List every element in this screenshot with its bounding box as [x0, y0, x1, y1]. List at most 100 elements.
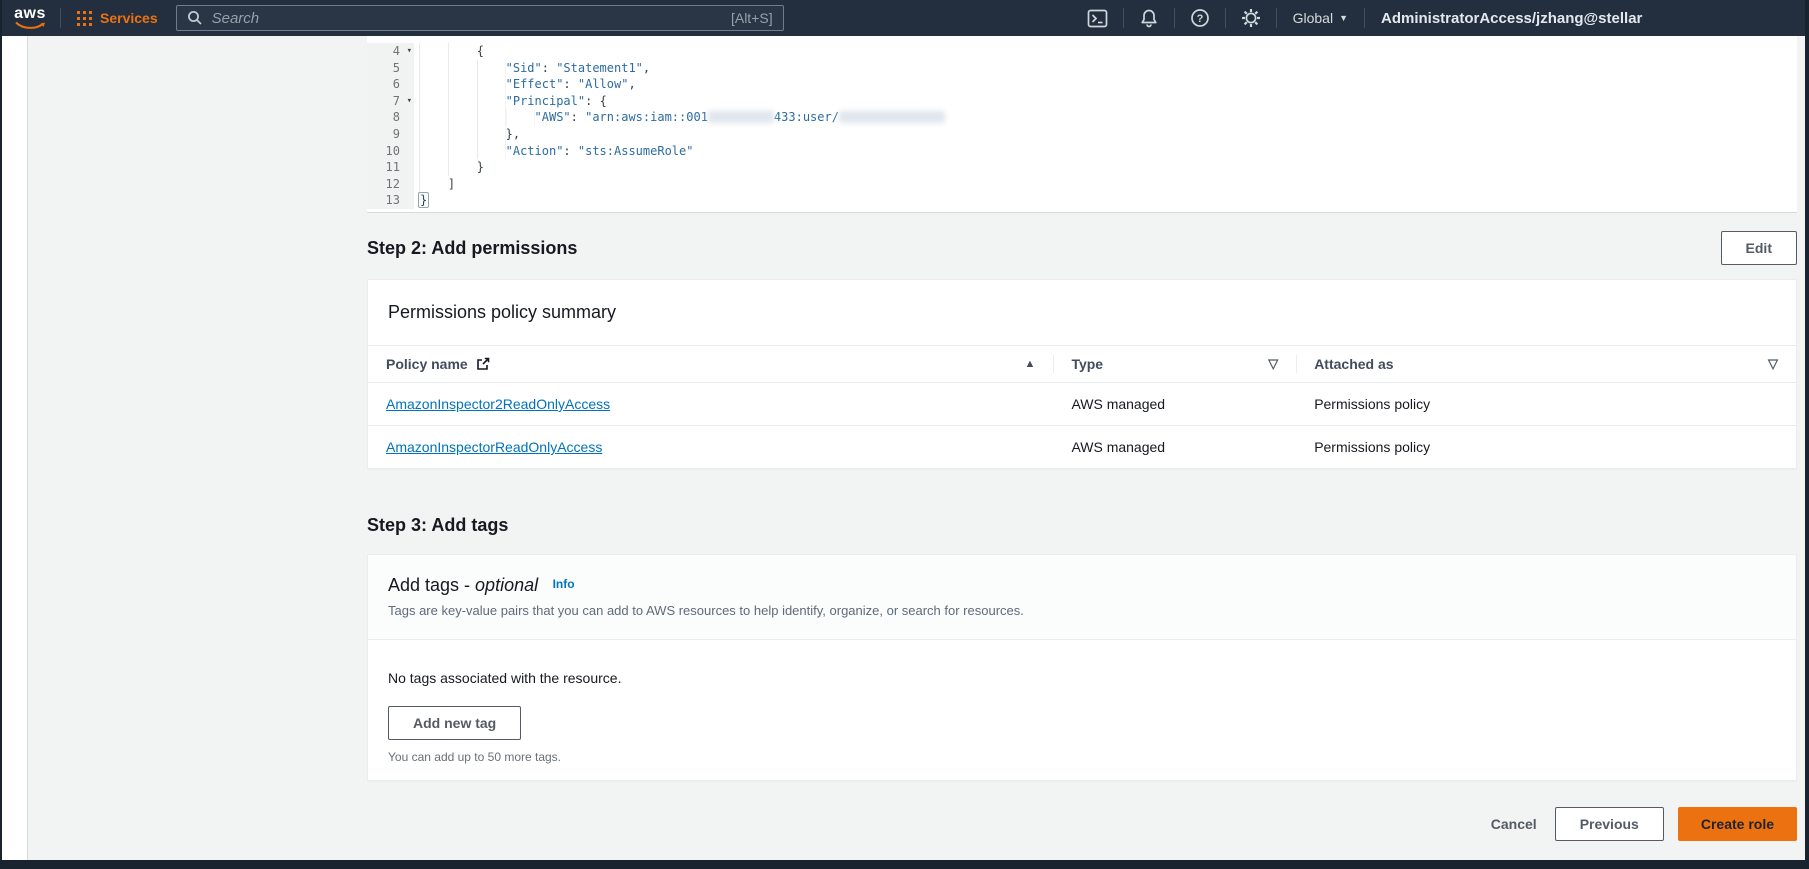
code-text[interactable]: }: [414, 192, 1797, 209]
policy-type-cell: AWS managed: [1071, 439, 1166, 455]
step2-heading: Step 2: Add permissions: [367, 237, 578, 258]
code-text[interactable]: "Sid": "Statement1",: [414, 59, 1797, 77]
code-line: 11}: [367, 159, 1797, 176]
external-link-icon: [476, 357, 490, 370]
collapsed-side-navigation[interactable]: [2, 36, 28, 860]
code-line: 10 "Action": "sts:AssumeRole": [367, 142, 1797, 160]
no-tags-message: No tags associated with the resource.: [388, 670, 622, 686]
cloudshell-terminal-icon: [1087, 9, 1107, 27]
search-icon: [187, 11, 202, 25]
table-row: AmazonInspectorReadOnlyAccess AWS managed…: [368, 426, 1796, 469]
column-header-attached-as: Attached as ▽: [1296, 345, 1796, 383]
help-question-icon: ?: [1190, 9, 1209, 27]
policy-name-header-label: Policy name: [386, 356, 468, 372]
main-content: 4 ▾{5 "Sid": "Statement1", 6 "Effect": "Allo…: [367, 36, 1797, 841]
code-token: "Principal": [505, 93, 586, 108]
code-token: ,: [642, 60, 651, 75]
add-tags-panel-body: No tags associated with the resource. Ad…: [368, 640, 1796, 780]
permissions-policy-table: Policy name ▲ Type ▽ Attached as ▽ Amazo…: [368, 345, 1796, 468]
code-text[interactable]: },: [414, 125, 1797, 143]
code-token: "Sid": [505, 60, 542, 75]
policy-name-link[interactable]: AmazonInspectorReadOnlyAccess: [386, 439, 602, 455]
region-label: Global: [1292, 10, 1334, 26]
code-token: ]: [447, 176, 456, 191]
indent-guides: [419, 59, 506, 77]
line-number: 11: [367, 159, 414, 176]
add-tags-title: Add tags - optional: [388, 575, 539, 595]
trust-policy-editor-lines: 4 ▾{5 "Sid": "Statement1", 6 "Effect": "Allo…: [367, 43, 1797, 209]
code-text[interactable]: "Effect": "Allow",: [414, 76, 1797, 93]
notifications-button[interactable]: [1124, 8, 1174, 28]
wizard-footer-actions: Cancel Previous Create role: [367, 807, 1797, 841]
code-token: {: [476, 44, 484, 58]
indent-guides: [419, 92, 506, 110]
permissions-policy-summary-panel: Permissions policy summary Policy name ▲…: [367, 279, 1797, 469]
bell-icon: [1140, 9, 1157, 28]
search-placeholder: Search: [211, 9, 260, 27]
filter-icon[interactable]: ▽: [1768, 356, 1778, 372]
gear-icon: [1241, 9, 1260, 27]
code-line: 7 ▾ "Principal": {: [367, 92, 1797, 110]
cloudshell-button[interactable]: [1072, 9, 1123, 28]
column-header-policy-name: Policy name ▲: [368, 345, 1054, 383]
step2-header-row: Step 2: Add permissions Edit: [367, 231, 1797, 265]
code-token: :: [541, 60, 557, 75]
policy-name-cell: AmazonInspectorReadOnlyAccess: [368, 426, 1053, 469]
code-token: :: [585, 93, 600, 108]
code-line: 12]: [367, 175, 1797, 193]
sort-ascending-icon[interactable]: ▲: [1025, 358, 1036, 370]
services-menu-button[interactable]: Services: [61, 10, 174, 26]
code-text[interactable]: "AWS": "arn:aws:iam::001 433:user/: [414, 109, 1797, 126]
code-text[interactable]: "Action": "sts:AssumeRole": [414, 142, 1797, 160]
indent-guides: [419, 142, 506, 160]
code-text[interactable]: "Principal": {: [414, 92, 1797, 110]
help-button[interactable]: ?: [1175, 8, 1225, 28]
trust-policy-json-editor[interactable]: 4 ▾{5 "Sid": "Statement1", 6 "Effect": "Allo…: [367, 36, 1797, 213]
step3-heading: Step 3: Add tags: [367, 515, 509, 535]
services-grid-icon: [77, 10, 92, 26]
edit-permissions-button[interactable]: Edit: [1720, 231, 1797, 265]
cancel-button[interactable]: Cancel: [1487, 809, 1541, 839]
fold-toggle-icon[interactable]: ▾: [407, 43, 412, 60]
code-token: },: [505, 126, 521, 141]
optional-label: optional: [475, 575, 539, 595]
create-role-button[interactable]: Create role: [1677, 807, 1797, 841]
search-shortcut-hint: [Alt+S]: [730, 10, 773, 26]
attached-as-cell: Permissions policy: [1296, 382, 1796, 426]
add-new-tag-button[interactable]: Add new tag: [388, 706, 522, 740]
global-search-input[interactable]: Search [Alt+S]: [175, 5, 784, 31]
region-selector[interactable]: Global ▼: [1277, 10, 1364, 26]
aws-logo-text: aws: [14, 4, 46, 22]
code-text[interactable]: }: [414, 159, 1797, 176]
indent-guides: [419, 109, 535, 126]
code-line: 13}: [367, 192, 1797, 209]
filter-icon[interactable]: ▽: [1268, 356, 1278, 372]
permissions-panel-title: Permissions policy summary: [388, 302, 617, 322]
aws-smile-icon: [15, 21, 45, 29]
aws-logo[interactable]: aws: [14, 4, 46, 30]
line-number: 7 ▾: [367, 92, 414, 110]
info-link[interactable]: Info: [553, 577, 575, 591]
code-text[interactable]: ]: [414, 175, 1797, 193]
fold-toggle-icon[interactable]: ▾: [407, 93, 412, 110]
code-token: :: [563, 77, 578, 92]
aws-top-navigation: aws Services Search [Alt+S] ? Global ▼ A…: [2, 0, 1805, 36]
attached-as-header-label: Attached as: [1314, 356, 1394, 372]
indent-guides: [419, 76, 506, 93]
policy-name-link[interactable]: AmazonInspector2ReadOnlyAccess: [386, 396, 610, 412]
code-token: 433:user/: [773, 110, 839, 125]
previous-button[interactable]: Previous: [1554, 807, 1664, 841]
code-token: "arn:aws:iam::001: [585, 110, 708, 125]
line-number: 4 ▾: [367, 43, 414, 60]
permissions-panel-header: Permissions policy summary: [368, 280, 1796, 345]
line-number: 8: [367, 109, 414, 126]
code-token: ,: [628, 77, 636, 92]
settings-button[interactable]: [1226, 8, 1276, 28]
policy-table-body: AmazonInspector2ReadOnlyAccess AWS manage…: [368, 382, 1796, 469]
account-menu[interactable]: AdministratorAccess/jzhang@stellar: [1365, 10, 1805, 27]
code-text[interactable]: {: [414, 43, 1797, 60]
chevron-down-icon: ▼: [1339, 13, 1348, 23]
indent-guides: [419, 175, 448, 193]
browser-frame: aws Services Search [Alt+S] ? Global ▼ A…: [0, 0, 1809, 869]
add-tags-panel-header: Add tags - optional Info Tags are key-va…: [368, 555, 1796, 640]
